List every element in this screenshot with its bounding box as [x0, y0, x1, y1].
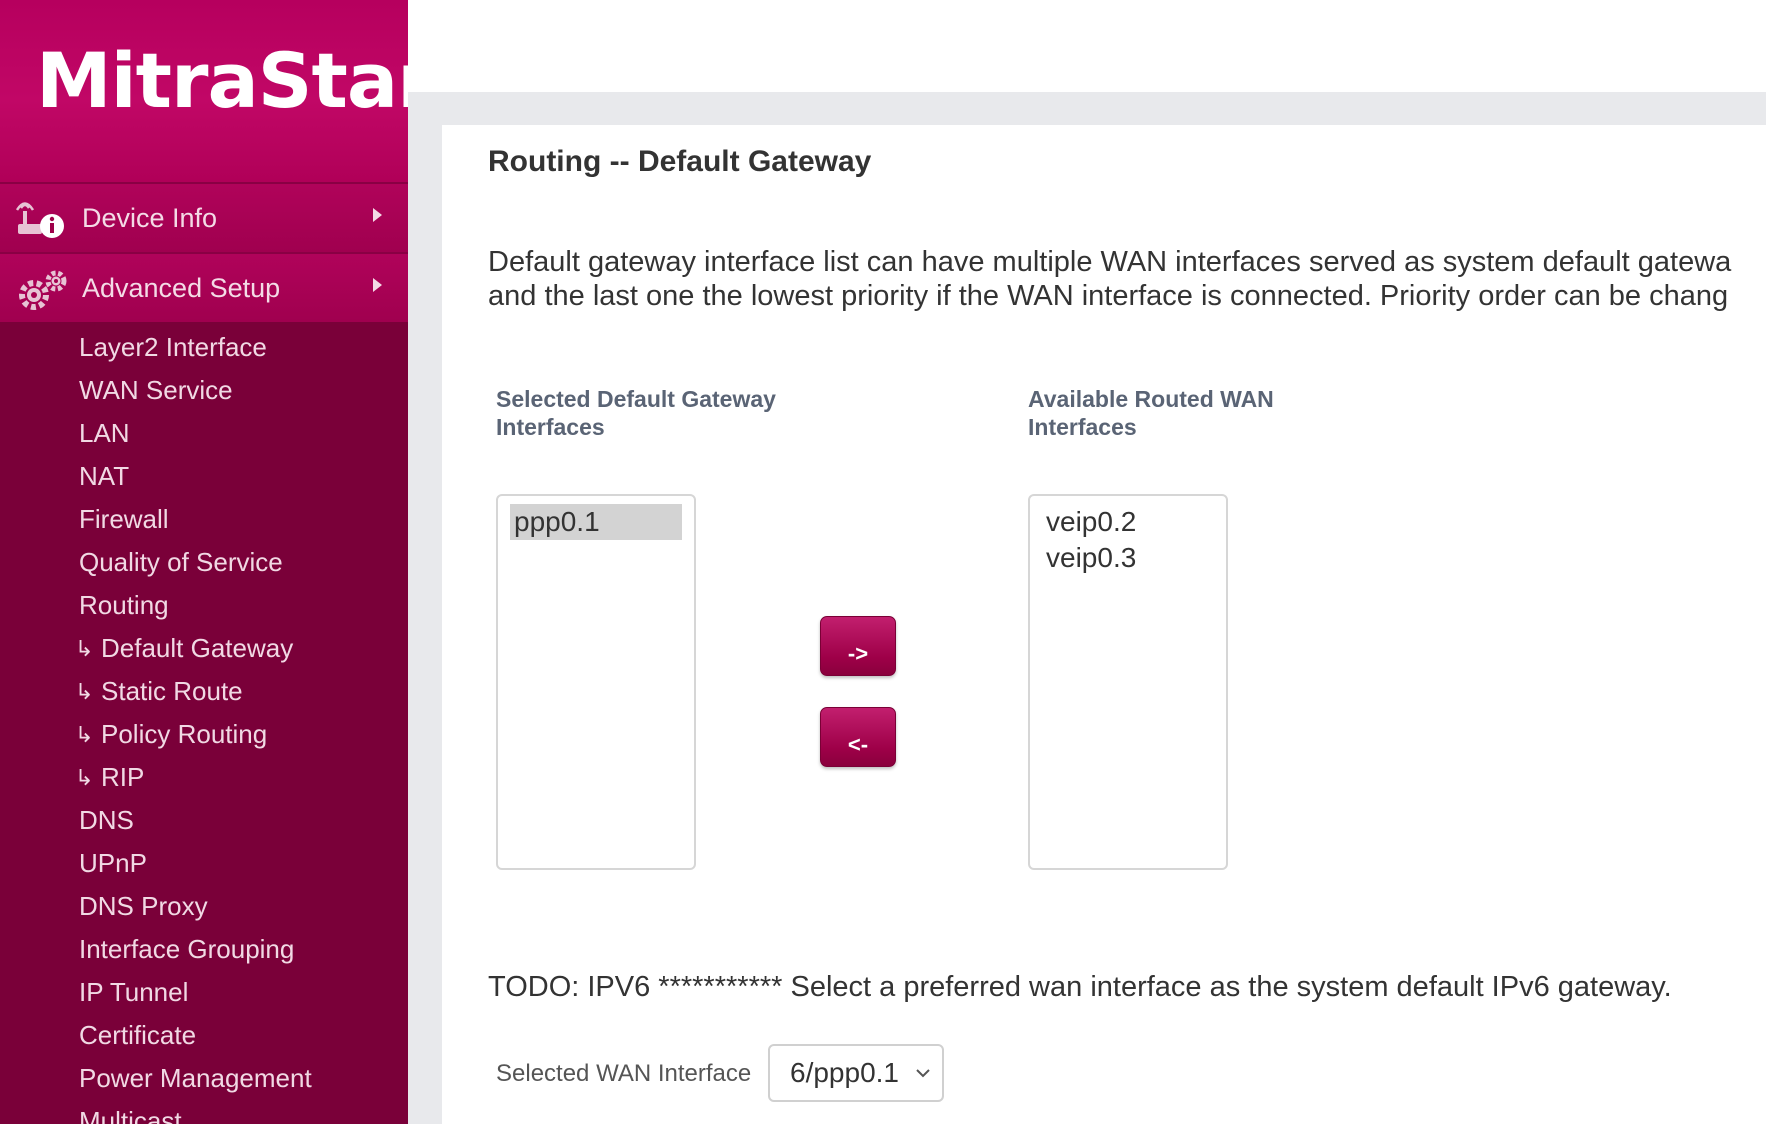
sidebar-item-routing[interactable]: Routing: [0, 584, 408, 627]
sidebar-item-static-route[interactable]: ↳ Static Route: [0, 670, 408, 713]
sidebar-item-rip[interactable]: ↳ RIP: [0, 756, 408, 799]
branch-arrow-icon: ↳: [75, 765, 94, 790]
list-option[interactable]: veip0.3: [1042, 540, 1214, 576]
selected-gateway-listbox[interactable]: ppp0.1: [496, 494, 696, 870]
caret-right-icon: [373, 208, 382, 222]
sidebar-item-label: RIP: [101, 762, 145, 792]
sidebar-item-device-info[interactable]: Device Info: [0, 182, 408, 252]
sidebar-item-label: Device Info: [82, 202, 218, 233]
wan-interface-label: Selected WAN Interface: [496, 1060, 752, 1087]
sidebar-item-label: Advanced Setup: [82, 272, 281, 303]
gears-icon: [19, 270, 67, 310]
sidebar-item-upnp[interactable]: UPnP: [0, 842, 408, 885]
content-panel: Routing -- Default Gateway Default gatew…: [442, 125, 1766, 1124]
sidebar-item-label: Default Gateway: [101, 633, 294, 663]
sidebar-item-power-management[interactable]: Power Management: [0, 1057, 408, 1100]
wan-interface-select[interactable]: 6/ppp0.1: [768, 1044, 944, 1102]
logo-area: MitraStar: [0, 0, 408, 182]
sidebar-item-interface-grouping[interactable]: Interface Grouping: [0, 928, 408, 971]
description-line: and the last one the lowest priority if …: [488, 280, 1729, 312]
branch-arrow-icon: ↳: [75, 679, 94, 704]
chevron-down-icon: [916, 1069, 930, 1078]
sidebar-item-certificate[interactable]: Certificate: [0, 1014, 408, 1057]
header-line: Interfaces: [496, 414, 605, 440]
ipv6-note: TODO: IPV6 *********** Select a preferre…: [488, 971, 1672, 1003]
caret-right-icon: [373, 278, 382, 292]
branch-arrow-icon: ↳: [75, 636, 94, 661]
sidebar-item-multicast[interactable]: Multicast: [0, 1100, 408, 1124]
header-line: Selected Default Gateway: [496, 386, 776, 412]
description-line: Default gateway interface list can have …: [488, 246, 1732, 278]
move-right-button[interactable]: ->: [820, 616, 896, 676]
sidebar-item-lan[interactable]: LAN: [0, 412, 408, 455]
sidebar-item-policy-routing[interactable]: ↳ Policy Routing: [0, 713, 408, 756]
sidebar-item-label: Static Route: [101, 676, 243, 706]
device-info-icon: [16, 202, 64, 238]
available-wan-header: Available Routed WAN Interfaces: [1028, 385, 1274, 441]
brand-logo: MitraStar: [36, 36, 408, 125]
top-header-bar: [408, 0, 1766, 92]
header-line: Interfaces: [1028, 414, 1137, 440]
page-description: Default gateway interface list can have …: [488, 245, 1731, 313]
list-option[interactable]: veip0.2: [1042, 504, 1214, 540]
selected-gateway-header: Selected Default Gateway Interfaces: [496, 385, 776, 441]
sidebar-item-quality-of-service[interactable]: Quality of Service: [0, 541, 408, 584]
page-title: Routing -- Default Gateway: [488, 145, 872, 178]
list-option[interactable]: ppp0.1: [510, 504, 682, 540]
sidebar-item-advanced-setup[interactable]: Advanced Setup: [0, 252, 408, 322]
header-line: Available Routed WAN: [1028, 386, 1274, 412]
available-wan-listbox[interactable]: veip0.2 veip0.3: [1028, 494, 1228, 870]
move-left-button[interactable]: <-: [820, 707, 896, 767]
sidebar: MitraStar Device Info Advanced Setup Lay…: [0, 0, 408, 1124]
sidebar-item-ip-tunnel[interactable]: IP Tunnel: [0, 971, 408, 1014]
sidebar-item-layer2-interface[interactable]: Layer2 Interface: [0, 326, 408, 369]
sidebar-item-dns[interactable]: DNS: [0, 799, 408, 842]
sidebar-item-dns-proxy[interactable]: DNS Proxy: [0, 885, 408, 928]
select-value: 6/ppp0.1: [790, 1057, 899, 1088]
branch-arrow-icon: ↳: [75, 722, 94, 747]
sidebar-item-wan-service[interactable]: WAN Service: [0, 369, 408, 412]
sidebar-item-firewall[interactable]: Firewall: [0, 498, 408, 541]
sidebar-item-default-gateway[interactable]: ↳ Default Gateway: [0, 627, 408, 670]
sidebar-item-label: Policy Routing: [101, 719, 268, 749]
sidebar-item-nat[interactable]: NAT: [0, 455, 408, 498]
advanced-setup-submenu: Layer2 Interface WAN Service LAN NAT Fir…: [0, 322, 408, 1124]
